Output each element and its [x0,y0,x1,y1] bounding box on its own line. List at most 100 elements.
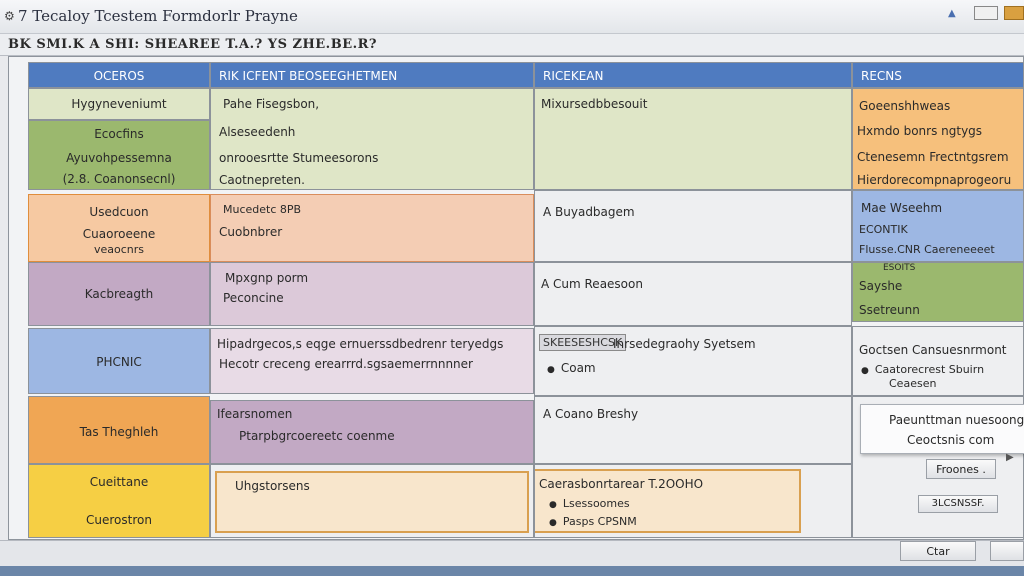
row-label: (2.8. Coanonsecnl) [62,172,176,186]
cell-text: onrooesrtte Stumeesorons [219,151,379,165]
column-header-4[interactable]: RECNS [852,62,1024,88]
pin-icon[interactable]: ▲ [948,8,956,19]
cell-text: Pasps CPSNM [562,515,637,528]
bullet-icon: ● [549,500,557,510]
cell-text: A Cum Reaesoon [541,277,643,291]
cell-text: Caerasbonrtarear T.2OOHO [539,477,704,491]
row-label: Cuaoroeene [82,227,156,241]
cell-text: Mucedetc 8PB [223,203,302,216]
cell-text: Ctenesemn Frectntgsrem [857,150,1009,164]
table-cell[interactable]: SKEESESHCSK Inrsedegraohy Syetsem ● Coam [534,326,852,396]
table-cell[interactable]: ESOITS Sayshe Ssetreunn [852,262,1024,322]
table-cell[interactable]: Mpxgnp porm Peconcine [210,262,534,326]
cell-text: Hierdorecompnaprogeoru [857,173,1012,187]
window-title: 7 Tecaloy Tcestem Formdorlr Prayne [18,7,298,25]
row-label-cell[interactable]: Kacbreagth [28,262,210,326]
table-cell[interactable]: Hipadrgecos,s eqge ernuerssdbedrenr tery… [210,328,534,394]
cell-text: Goeenshhweas [859,99,951,113]
cell-text: ECONTIK [859,223,908,236]
bullet-icon: ● [549,518,557,528]
table-cell[interactable]: Goeenshhweas Hxmdo bonrs ngtygs Ctenesem… [852,88,1024,190]
cell-text: ESOITS [883,263,916,273]
row-label: Tas Theghleh [79,425,159,439]
row-label: veaocnrs [93,243,145,256]
table-cell[interactable]: Ifearsnomen Ptarpbgrcoereetc coenme [210,400,534,464]
table-cell[interactable]: Pahe Fisegsbon, Alseseedenh onrooesrtte … [210,88,534,190]
row-label-cell[interactable]: Hygyneveniumt [28,88,210,120]
cell-text: Pahe Fisegsbon, [223,97,320,111]
status-strip [0,566,1024,576]
row-label: Hygyneveniumt [71,97,167,111]
cell-text: Lsessoomes [562,497,630,510]
arrow-icon[interactable]: ▶ [1006,452,1014,463]
table-cell[interactable]: Mixursedbbesouit [534,88,852,190]
cell-text: A Coano Breshy [543,407,639,421]
close-button[interactable] [1004,6,1024,20]
cell-text: Cuobnbrer [219,225,283,239]
tooltip-popup: Paeunttman nuesoongre Ceoctsnis com [860,404,1024,454]
table-cell[interactable]: Caerasbonrtarear T.2OOHO ● Lsessoomes ● Pa… [534,464,852,538]
row-label: Ecocfins [94,127,144,141]
table-cell[interactable]: Goctsen Cansuesnrmont ● Caatorecrest Sbui… [852,326,1024,396]
row-label-cell[interactable]: Tas Theghleh [28,396,210,464]
extra-button[interactable] [990,541,1024,561]
cell-text: Mae Wseehm [861,201,943,215]
row-label: PHCNIC [96,355,142,369]
cell-text: Sayshe [859,279,903,293]
row-label: Usedcuon [89,205,149,219]
cell-text: Hxmdo bonrs ngtygs [857,124,983,138]
list-item: ● Caatorecrest Sbuirn [861,363,984,376]
cell-text: Ssetreunn [859,303,920,317]
bullet-icon: ● [547,365,555,375]
popup-line: Ceoctsnis com [907,433,995,447]
ok-button[interactable]: Ctar [900,541,976,561]
menu-bar: BK SMI.K A SHI: SHEAREE T.A.? YS ZHE.BE.… [0,34,1024,56]
app-icon: ⚙ [4,9,15,23]
cell-text: Mixursedbbesouit [541,97,648,111]
cell-text: Uhgstorsens [235,479,310,493]
cell-text: Inrsedegraohy Syetsem [613,337,756,351]
cell-text: A Buyadbagem [543,205,635,219]
table-cell[interactable]: A Coano Breshy [534,396,852,464]
table-cell[interactable]: Mae Wseehm ECONTIK Flusse.CNR Caereneeee… [852,190,1024,262]
table-cell[interactable]: A Buyadbagem [534,190,852,262]
cell-text: Ifearsnomen [217,407,293,421]
frones-button[interactable]: Froones . [926,459,996,479]
list-item: ● Coam [547,361,596,375]
cell-text: Peconcine [223,291,284,305]
side-button[interactable]: 3LCSNSSF. [918,495,998,513]
list-item: ● Pasps CPSNM [549,515,637,528]
table-cell[interactable]: Uhgstorsens [210,464,534,538]
cell-text: Hipadrgecos,s eqge ernuerssdbedrenr tery… [217,337,504,351]
row-label: Ayuvohpessemna [66,151,172,165]
table-cell[interactable]: Mucedetc 8PB Cuobnbrer [210,194,534,262]
cell-text: Coam [560,361,596,375]
cell-text: Caotnepreten. [219,173,305,187]
cell-text: Ceaesen [889,377,937,390]
bullet-icon: ● [861,366,869,376]
restore-button[interactable] [974,6,998,20]
row-label: Kacbreagth [84,287,154,301]
cell-text: Ptarpbgrcoereetc coenme [239,429,395,443]
cell-text: Goctsen Cansuesnrmont [859,343,1007,357]
highlight-box[interactable]: Uhgstorsens [215,471,529,533]
row-label-cell[interactable]: Cueittane Cuerostron [28,464,210,538]
list-item: ● Lsessoomes [549,497,630,510]
highlight-box[interactable]: Caerasbonrtarear T.2OOHO ● Lsessoomes ● Pa… [535,469,801,533]
column-header-3[interactable]: RICEKEAN [534,62,852,88]
cell-text: Caatorecrest Sbuirn [874,363,985,376]
column-header-2[interactable]: RIK ICFENT BEOSEEGHETMEN [210,62,534,88]
row-label-cell[interactable]: PHCNIC [28,328,210,394]
row-label-cell[interactable]: Ecocfins Ayuvohpessemna (2.8. Coanonsecn… [28,120,210,190]
table-cell[interactable]: A Cum Reaesoon [534,262,852,326]
cell-text: Alseseedenh [219,125,296,139]
cell-text: Flusse.CNR Caereneeeet [859,243,995,256]
menu-items[interactable]: BK SMI.K A SHI: SHEAREE T.A.? YS ZHE.BE.… [8,37,377,52]
row-label-cell[interactable]: Usedcuon Cuaoroeene veaocnrs [28,194,210,262]
cell-text: Hecotr creceng erearrrd.sgsaemerrnnnner [219,357,473,371]
popup-line: Paeunttman nuesoongre [889,413,1024,427]
column-header-1[interactable]: OCEROS [28,62,210,88]
row-label: Cuerostron [86,513,152,527]
cell-text: Mpxgnp porm [225,271,309,285]
title-bar: ⚙ 7 Tecaloy Tcestem Formdorlr Prayne ▲ [0,0,1024,34]
